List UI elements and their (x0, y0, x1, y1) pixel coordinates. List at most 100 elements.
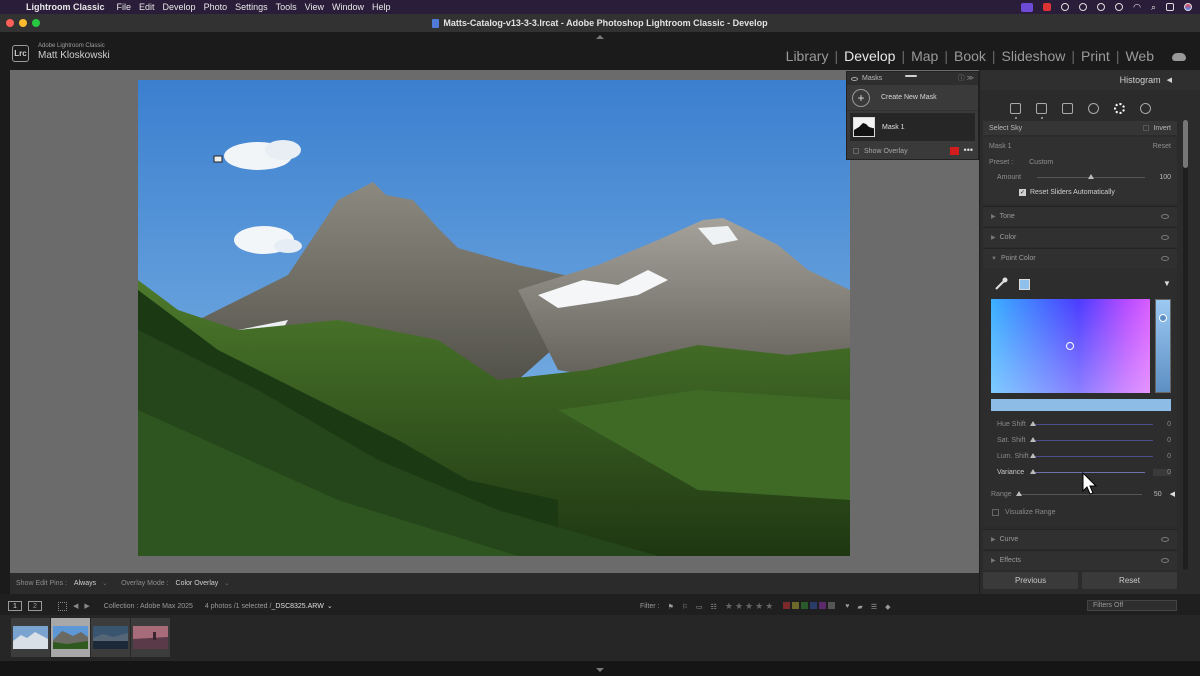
collapse-filmstrip-icon[interactable] (596, 668, 604, 672)
range-slider[interactable] (1016, 490, 1142, 496)
menu-window[interactable]: Window (332, 2, 372, 12)
selected-filename[interactable]: _DSC8325.ARW (271, 603, 323, 610)
module-develop[interactable]: Develop (838, 48, 901, 64)
show-overlay-checkbox[interactable] (853, 148, 859, 154)
eye-icon[interactable] (1161, 235, 1169, 240)
stack-icon[interactable]: ☰ (871, 603, 877, 611)
module-slideshow[interactable]: Slideshow (996, 48, 1072, 64)
module-map[interactable]: Map (905, 48, 944, 64)
menu-tools[interactable]: Tools (276, 2, 305, 12)
edit-sliders-icon[interactable] (1009, 102, 1021, 119)
back-icon[interactable]: ◀ (73, 602, 78, 610)
amount-slider[interactable] (1037, 174, 1146, 179)
clock-icon[interactable] (1115, 3, 1124, 11)
menu-develop[interactable]: Develop (163, 2, 204, 12)
collection-source[interactable]: Collection : Adobe Max 2025 (104, 603, 193, 610)
color-picker-handle[interactable] (1066, 342, 1074, 350)
panel-drag-handle[interactable] (905, 75, 917, 77)
hue-saturation-field[interactable] (991, 299, 1150, 393)
menu-photo[interactable]: Photo (204, 2, 236, 12)
sat-shift-value[interactable]: 0 (1161, 437, 1171, 444)
panel-scrollbar-thumb[interactable] (1183, 120, 1188, 168)
mask-component-row[interactable]: Select Sky Invert (983, 121, 1177, 135)
photo-preview[interactable] (138, 80, 850, 556)
preset-dropdown[interactable]: Custom (1029, 159, 1053, 166)
main-window-button[interactable]: 1 (8, 601, 22, 611)
previous-button[interactable]: Previous (983, 572, 1078, 589)
section-effects[interactable]: ▶ Effects (983, 550, 1177, 570)
reset-button[interactable]: Reset (1082, 572, 1177, 589)
sliders-filter-icon[interactable]: ☷ (711, 603, 717, 611)
amount-slider-thumb[interactable] (1088, 174, 1095, 179)
second-window-button[interactable]: 2 (28, 601, 42, 611)
cloud-sync-icon[interactable] (1172, 53, 1186, 61)
filmstrip-thumbnail-selected[interactable] (51, 618, 90, 657)
reset-sliders-row[interactable]: ✓ Reset Sliders Automatically (989, 189, 1171, 196)
reset-sliders-checkbox[interactable]: ✓ (1019, 189, 1026, 196)
filters-off-dropdown[interactable]: Filters Off (1087, 600, 1177, 611)
visualize-range-checkbox[interactable] (992, 508, 999, 516)
section-curve[interactable]: ▶ Curve (983, 529, 1177, 549)
eye-icon[interactable] (1161, 537, 1169, 542)
filmstrip[interactable] (0, 615, 1200, 661)
module-web[interactable]: Web (1119, 48, 1160, 64)
lum-shift-slider[interactable] (1030, 452, 1153, 458)
range-thumb[interactable] (1016, 490, 1022, 496)
menu-file[interactable]: File (117, 2, 140, 12)
grid-view-icon[interactable] (58, 601, 67, 611)
color-label-filters[interactable] (783, 602, 837, 611)
masking-icon[interactable] (1113, 102, 1125, 114)
menu-app[interactable]: Lightroom Classic (26, 2, 117, 12)
menu-settings[interactable]: Settings (235, 2, 276, 12)
eyedropper-icon[interactable] (993, 276, 1009, 292)
rating-filter-stars[interactable]: ★★★★★ (725, 601, 775, 612)
invert-control[interactable]: Invert (1143, 125, 1177, 132)
luminance-bar[interactable] (1155, 299, 1171, 393)
wifi-icon[interactable]: ◠ (1133, 2, 1141, 13)
remove-icon[interactable] (1139, 102, 1151, 114)
filter-lock-icon[interactable]: ◆ (885, 603, 890, 611)
unflag-filter-icon[interactable]: ⚐ (682, 603, 688, 611)
masks-panel-header[interactable]: Masks ⓘ ≫ (847, 72, 978, 85)
mask-visibility-icon[interactable] (851, 76, 858, 81)
histogram-header[interactable]: Histogram ◀ (980, 70, 1200, 90)
filmstrip-thumbnail[interactable] (131, 618, 170, 657)
create-new-mask-button[interactable]: + Create New Mask (847, 85, 978, 111)
left-panel-collapsed[interactable] (0, 70, 10, 594)
variance-value[interactable]: 0 (1153, 468, 1171, 476)
red-eye-icon[interactable] (1087, 102, 1099, 114)
show-edit-pins-control[interactable]: Show Edit Pins : Always ⌄ (16, 580, 107, 587)
siri-icon[interactable] (1184, 3, 1192, 11)
variance-thumb[interactable] (1030, 468, 1036, 474)
edited-filter-icon[interactable]: ▭ (696, 603, 703, 611)
range-value[interactable]: 50 (1152, 491, 1162, 498)
panel-scrollbar[interactable] (1183, 120, 1188, 570)
eye-icon[interactable] (1161, 558, 1169, 563)
amount-value[interactable]: 100 (1159, 174, 1171, 181)
zoom-window-button[interactable] (32, 19, 40, 27)
invert-checkbox[interactable] (1143, 125, 1150, 131)
section-tone[interactable]: ▶ Tone (983, 206, 1177, 226)
more-options-icon[interactable]: ••• (964, 145, 973, 155)
collapse-top-panel-icon[interactable] (596, 35, 604, 39)
luminance-handle[interactable] (1159, 314, 1167, 322)
overlay-color-swatch[interactable] (950, 147, 959, 155)
overlay-mode-control[interactable]: Overlay Mode : Color Overlay ⌄ (121, 580, 229, 587)
sat-shift-slider[interactable] (1030, 436, 1153, 442)
search-icon[interactable]: ⌕ (1151, 2, 1156, 13)
sampled-color-swatch[interactable] (1019, 279, 1030, 290)
menu-help[interactable]: Help (372, 2, 399, 12)
settings-icon[interactable] (1079, 3, 1088, 11)
forward-icon[interactable]: ▶ (84, 602, 89, 610)
range-toggle-icon[interactable]: ◀ (1170, 490, 1175, 498)
crop-icon[interactable] (1035, 102, 1047, 119)
module-library[interactable]: Library (780, 48, 835, 64)
record-icon[interactable] (1043, 3, 1052, 11)
favorite-heart-icon[interactable]: ♥ (845, 603, 849, 610)
visualize-range-row[interactable]: Visualize Range (992, 507, 1166, 517)
sync-icon[interactable] (1061, 3, 1070, 11)
filmstrip-thumbnail[interactable] (91, 618, 130, 657)
filmstrip-thumbnail[interactable] (11, 618, 50, 657)
comment-icon[interactable]: ▰ (857, 603, 862, 611)
mask-reset-button[interactable]: Reset (1153, 143, 1171, 150)
